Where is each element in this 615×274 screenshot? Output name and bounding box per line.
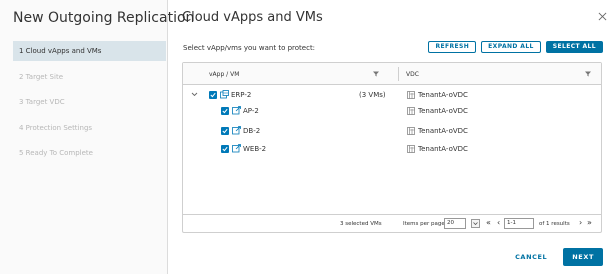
column-divider[interactable] xyxy=(398,67,399,81)
wizard-main-panel: Cloud vApps and VMs Select vApp/vms you … xyxy=(168,0,615,274)
instruction-text: Select vApp/vms you want to protect: xyxy=(183,44,316,52)
wizard-step-cloud-vapps[interactable]: 1 Cloud vApps and VMs xyxy=(13,41,166,61)
vm-name: WEB-2 xyxy=(243,145,267,153)
vm-icon xyxy=(232,144,241,153)
vdc-name: TenantA-oVDC xyxy=(418,127,468,135)
checkbox-checked-icon xyxy=(222,108,228,114)
table-row[interactable]: WEB-2 TenantA-oVDC xyxy=(183,143,601,157)
checkbox-checked-icon xyxy=(222,146,228,152)
refresh-button[interactable]: REFRESH xyxy=(428,41,477,53)
checkbox-checked-icon xyxy=(222,128,228,134)
table-row[interactable]: ERP-2 (3 VMs) TenantA-oVDC xyxy=(183,89,601,103)
vapp-datagrid: vApp / VM VDC ERP-2 (3 VMs) TenantA-oVDC xyxy=(182,62,602,233)
datacenter-icon xyxy=(407,145,415,153)
vdc-name: TenantA-oVDC xyxy=(418,91,468,99)
items-per-page-dropdown[interactable] xyxy=(471,219,480,228)
chevron-down-icon xyxy=(473,222,478,226)
next-page-icon[interactable]: › xyxy=(579,219,582,227)
wizard-step-target-vdc: 3 Target VDC xyxy=(19,98,65,106)
filter-icon[interactable] xyxy=(585,71,591,77)
previous-page-icon[interactable]: ‹ xyxy=(497,219,500,227)
items-per-page-select[interactable]: 20 xyxy=(444,218,466,229)
page-title: Cloud vApps and VMs xyxy=(182,10,323,25)
vm-count: (3 VMs) xyxy=(359,91,386,99)
results-count: of 1 results xyxy=(539,221,570,227)
datacenter-icon xyxy=(407,127,415,135)
datacenter-icon xyxy=(407,91,415,99)
wizard-sidebar: New Outgoing Replication 1 Cloud vApps a… xyxy=(0,0,194,274)
datacenter-icon xyxy=(407,107,415,115)
vm-icon xyxy=(232,106,241,115)
last-page-icon[interactable]: » xyxy=(587,219,592,227)
wizard-step-protection-settings: 4 Protection Settings xyxy=(19,123,93,132)
column-header-vdc[interactable]: VDC xyxy=(406,71,419,78)
row-checkbox[interactable] xyxy=(221,107,229,115)
grid-header: vApp / VM VDC xyxy=(183,63,601,85)
wizard-steps: 1 Cloud vApps and VMs 2 Target Site 3 Ta… xyxy=(13,41,166,169)
row-checkbox[interactable] xyxy=(209,91,217,99)
wizard-step-ready-to-complete: 5 Ready To Complete xyxy=(19,149,93,157)
page-range-input[interactable]: 1-1 xyxy=(504,218,534,229)
vapp-name: ERP-2 xyxy=(231,91,252,99)
selected-count: 3 selected VMs xyxy=(340,221,382,227)
select-all-button[interactable]: SELECT ALL xyxy=(545,41,603,53)
items-per-page-label: Items per page xyxy=(403,221,445,227)
vdc-name: TenantA-oVDC xyxy=(418,107,468,115)
cancel-button[interactable]: CANCEL xyxy=(509,249,553,265)
vapp-icon xyxy=(220,90,229,99)
grid-footer: 3 selected VMs Items per page 20 « ‹ 1-1… xyxy=(183,214,601,232)
row-checkbox[interactable] xyxy=(221,145,229,153)
next-button[interactable]: NEXT xyxy=(563,248,603,266)
vdc-name: TenantA-oVDC xyxy=(418,145,468,153)
wizard-footer: CANCEL NEXT xyxy=(509,248,603,266)
expand-all-button[interactable]: EXPAND ALL xyxy=(481,41,541,53)
wizard-step-target-site: 2 Target Site xyxy=(19,72,63,81)
new-outgoing-replication-dialog: New Outgoing Replication 1 Cloud vApps a… xyxy=(0,0,615,274)
row-checkbox[interactable] xyxy=(221,127,229,135)
chevron-down-icon[interactable] xyxy=(191,91,198,98)
column-header-vapp[interactable]: vApp / VM xyxy=(209,71,239,78)
table-row[interactable]: DB-2 TenantA-oVDC xyxy=(183,125,601,139)
filter-icon[interactable] xyxy=(373,71,379,77)
vm-icon xyxy=(232,126,241,135)
grid-toolbar: REFRESH EXPAND ALL SELECT ALL xyxy=(428,41,603,53)
first-page-icon[interactable]: « xyxy=(486,219,491,227)
checkbox-checked-icon xyxy=(210,92,216,98)
vm-name: DB-2 xyxy=(243,127,261,135)
vm-name: AP-2 xyxy=(243,107,259,115)
close-icon[interactable] xyxy=(598,12,607,21)
table-row[interactable]: AP-2 TenantA-oVDC xyxy=(183,105,601,119)
